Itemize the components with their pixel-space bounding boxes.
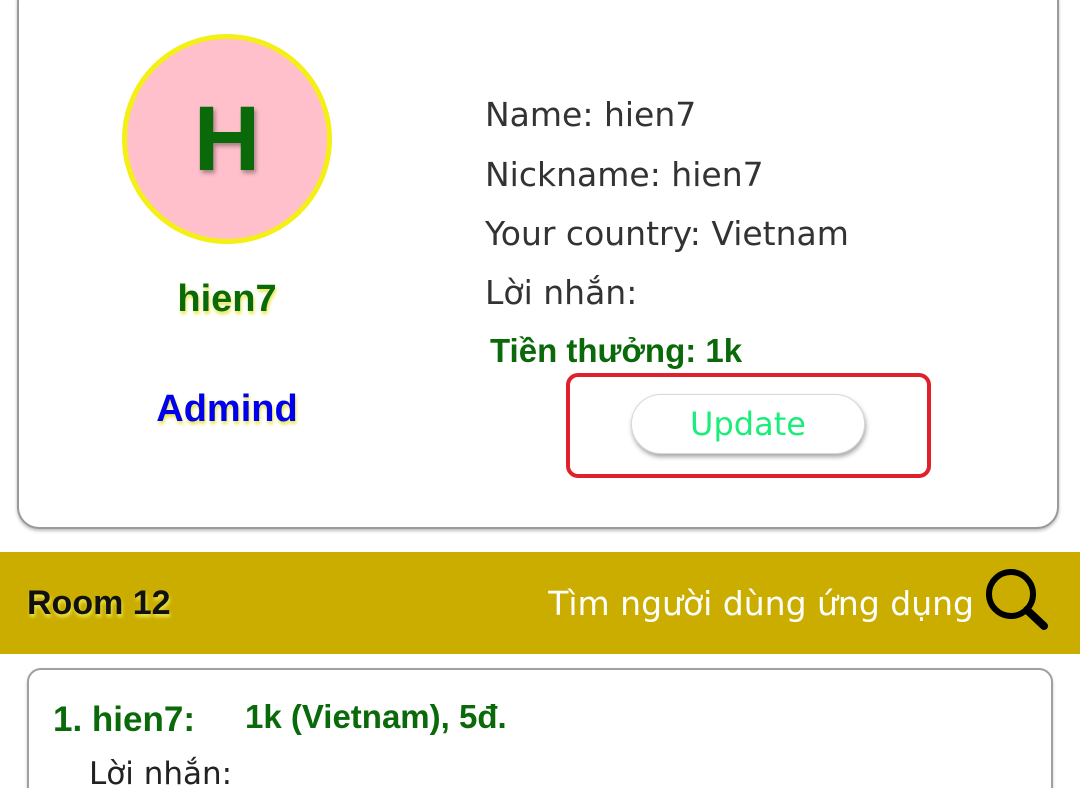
list-item-message: Lời nhắn: xyxy=(89,756,233,788)
room-title: Room 12 xyxy=(27,584,171,622)
avatar[interactable]: H xyxy=(122,34,332,244)
avatar-letter: H xyxy=(193,88,261,190)
profile-role: Admind xyxy=(156,388,298,430)
profile-username: hien7 xyxy=(177,278,277,320)
profile-message-line: Lời nhắn: xyxy=(485,273,638,312)
update-button[interactable]: Update xyxy=(631,394,865,454)
profile-reward-line: Tiền thưởng: 1k xyxy=(490,332,743,369)
profile-country-line: Your country: Vietnam xyxy=(485,214,849,253)
page: H hien7 Admind Name: hien7 Nickname: hie… xyxy=(0,0,1080,788)
list-item-detail: 1k (Vietnam), 5đ. xyxy=(245,698,507,735)
room-header-bar: Room 12 Tìm người dùng ứng dụng xyxy=(0,552,1080,654)
search-users-link[interactable]: Tìm người dùng ứng dụng xyxy=(548,584,974,623)
list-item-rank-name: 1. hien7: xyxy=(53,700,195,739)
profile-name-line: Name: hien7 xyxy=(485,95,697,134)
magnifier-icon[interactable] xyxy=(980,562,1052,634)
profile-nickname-line: Nickname: hien7 xyxy=(485,155,764,194)
list-item[interactable]: 1. hien7: 1k (Vietnam), 5đ. Lời nhắn: xyxy=(27,668,1053,788)
